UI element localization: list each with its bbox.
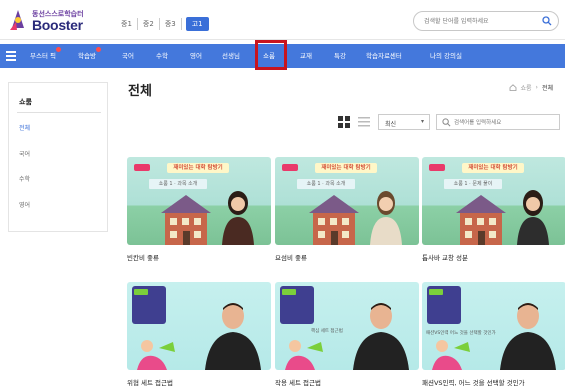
page-title: 전체 [128, 84, 152, 99]
video-card[interactable]: 재미있는 대학 탐방기 쇼룸 1 · 과목 소개 빈칸비 좋류 [127, 157, 271, 262]
sort-label: 최신 [385, 121, 397, 128]
video-card[interactable]: 재미있는 대학 탐방기 쇼룸 1 · 과목 소개 요섬비 좋류 [275, 157, 419, 262]
video-title[interactable]: 톱사바 교창 성분 [422, 252, 565, 262]
sidebar-divider [17, 112, 101, 113]
thumbnail-subtitle: 쇼룸 1 · 과목 소개 [149, 179, 207, 189]
new-badge [56, 47, 61, 52]
grade-tab-3[interactable]: 중3 [160, 18, 182, 30]
grade-tabs: 중1 중2 중3 고1 [116, 17, 209, 31]
video-title[interactable]: 빈칸비 좋류 [127, 252, 271, 262]
sidebar-title: 쇼룸 [19, 98, 32, 106]
thumbnail-banner: 재미있는 대학 탐방기 [462, 163, 524, 173]
house-illustration [309, 195, 359, 245]
breadcrumb: 쇼룸 › 전체 [509, 83, 553, 92]
chevron-down-icon: ▾ [420, 118, 424, 125]
thumbnail-caption: 핵심 세트 접근법 [311, 329, 343, 334]
hamburger-icon[interactable] [6, 51, 16, 61]
video-title[interactable]: 위협 세트 접근법 [127, 377, 271, 387]
video-title[interactable]: 요섬비 좋류 [275, 252, 419, 262]
video-card[interactable]: 패션VS인력 어느 것을 선택할 것인가 패션VS인력, 어느 것을 선택할 것… [422, 282, 565, 387]
category-tag [134, 164, 150, 171]
search-icon[interactable] [442, 118, 451, 127]
video-thumbnail[interactable]: 재미있는 대학 탐방기 쇼룸 1 · 과목 소개 [127, 157, 271, 245]
instructor-image [205, 303, 261, 370]
doodle-illustration [432, 340, 470, 370]
logo-title: Booster [32, 17, 83, 33]
nav-korean[interactable]: 국어 [122, 44, 134, 68]
nav-english[interactable]: 영어 [190, 44, 202, 68]
nav-special-lecture[interactable]: 특강 [334, 44, 346, 68]
grade-tab-2[interactable]: 중2 [138, 18, 160, 30]
series-badge [132, 286, 166, 324]
thumbnail-subtitle: 쇼룸 1 · 과목 소개 [297, 179, 355, 189]
showroom-highlight-box [255, 40, 287, 70]
nav-resource-center[interactable]: 학습자료센터 [366, 44, 402, 68]
nav-my-classroom[interactable]: 나의 강의실 [430, 44, 462, 68]
grade-tab-1[interactable]: 중1 [116, 18, 138, 30]
thumbnail-banner: 재미있는 대학 탐방기 [315, 163, 377, 173]
video-card[interactable]: 핵심 세트 접근법 작용 세트 접근법 [275, 282, 419, 387]
sort-dropdown[interactable]: 최신 ▾ [378, 114, 430, 130]
breadcrumb-showroom[interactable]: 쇼룸 [521, 83, 532, 92]
nav-label: 학습방 [78, 52, 96, 60]
video-title[interactable]: 패션VS인력, 어느 것을 선택할 것인가 [422, 377, 565, 387]
thumbnail-subtitle: 쇼룸 1 · 문제 풀이 [444, 179, 502, 189]
nav-study-room[interactable]: 학습방 [78, 44, 101, 68]
series-badge [427, 286, 461, 324]
category-sidebar: 쇼룸 전체 국어 수학 영어 [8, 82, 108, 232]
top-search-box [413, 11, 559, 31]
instructor-image [370, 191, 402, 245]
sidebar-item-math[interactable]: 수학 [19, 174, 30, 183]
series-badge [280, 286, 314, 324]
video-card[interactable]: 재미있는 대학 탐방기 쇼룸 1 · 문제 풀이 톱사바 교창 성분 [422, 157, 565, 262]
doodle-illustration [137, 340, 175, 370]
doodle-illustration [285, 340, 323, 370]
instructor-image [517, 190, 549, 245]
search-icon[interactable] [542, 16, 552, 26]
nav-textbook[interactable]: 교재 [300, 44, 312, 68]
sidebar-item-korean[interactable]: 국어 [19, 149, 30, 158]
sidebar-item-english[interactable]: 영어 [19, 200, 30, 209]
content-search-box [436, 114, 560, 130]
video-card[interactable]: 위협 세트 접근법 [127, 282, 271, 387]
category-tag [429, 164, 445, 171]
instructor-image [353, 303, 409, 370]
video-thumbnail[interactable] [127, 282, 271, 370]
grade-tab-high1[interactable]: 고1 [185, 17, 209, 31]
new-badge [95, 47, 101, 52]
instructor-image [500, 303, 556, 370]
nav-teachers[interactable]: 선생님 [222, 44, 240, 68]
nav-label: 부스터 픽 [30, 52, 56, 60]
video-thumbnail[interactable]: 재미있는 대학 탐방기 쇼룸 1 · 문제 풀이 [422, 157, 565, 245]
site-logo[interactable]: 동선스스로학습터 Booster [8, 8, 112, 34]
house-illustration [456, 195, 506, 245]
house-illustration [161, 195, 211, 245]
category-tag [282, 164, 298, 171]
top-search-input[interactable] [424, 15, 540, 27]
home-icon[interactable] [509, 84, 517, 91]
video-title[interactable]: 작용 세트 접근법 [275, 377, 419, 387]
booster-logo-icon [10, 10, 24, 30]
nav-math[interactable]: 수학 [156, 44, 168, 68]
grid-view-icon[interactable] [338, 116, 350, 128]
breadcrumb-separator: › [535, 84, 538, 91]
video-thumbnail[interactable]: 재미있는 대학 탐방기 쇼룸 1 · 과목 소개 [275, 157, 419, 245]
sidebar-item-all[interactable]: 전체 [19, 123, 30, 132]
thumbnail-banner: 재미있는 대학 탐방기 [167, 163, 229, 173]
video-thumbnail[interactable]: 패션VS인력 어느 것을 선택할 것인가 [422, 282, 565, 370]
breadcrumb-all: 전체 [541, 85, 553, 92]
content-search-input[interactable] [454, 118, 554, 127]
instructor-image [222, 191, 254, 245]
top-header: 동선스스로학습터 Booster 중1 중2 중3 고1 [0, 0, 565, 40]
video-thumbnail[interactable]: 핵심 세트 접근법 [275, 282, 419, 370]
nav-booster-pick[interactable]: 부스터 픽 [30, 44, 61, 68]
list-view-icon[interactable] [358, 117, 370, 127]
